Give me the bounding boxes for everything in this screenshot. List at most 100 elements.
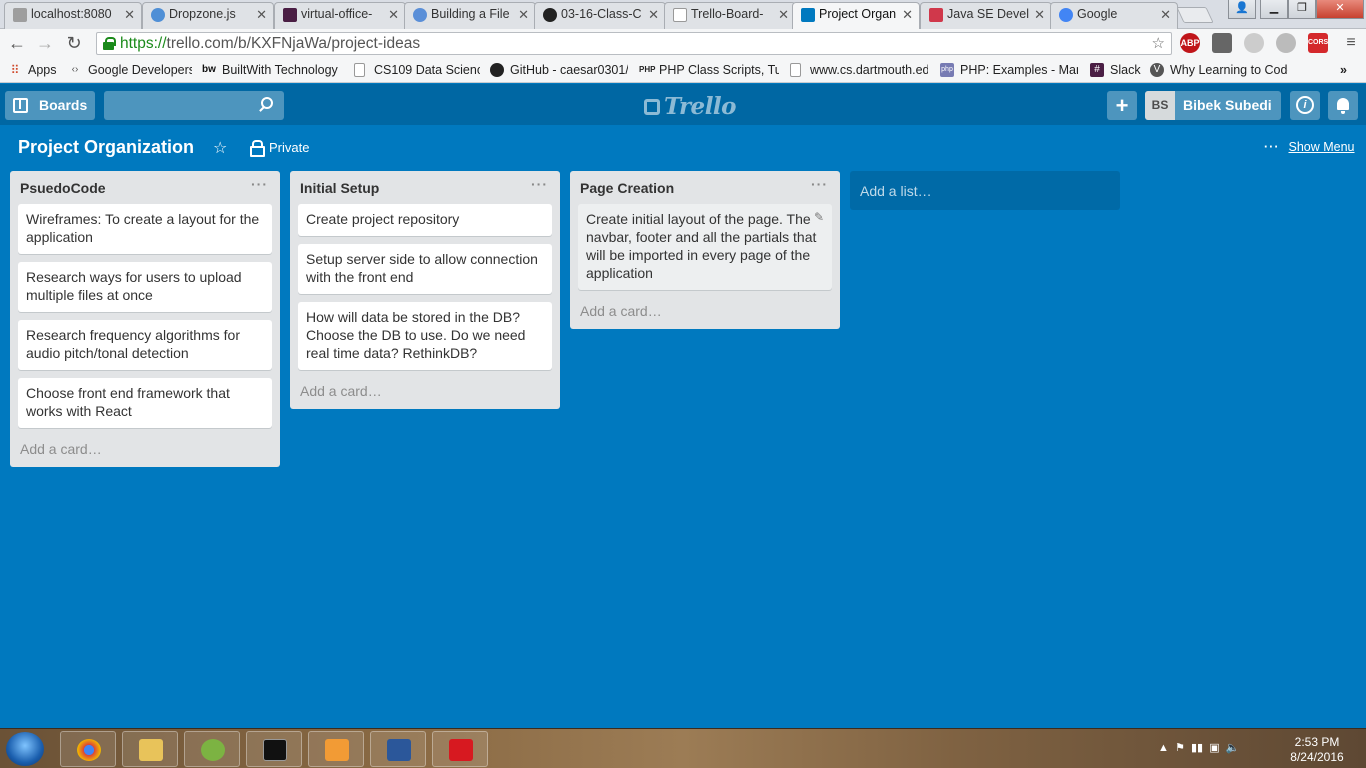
show-menu-link[interactable]: ··· Show Menu [1264,140,1355,154]
list-header[interactable]: Initial Setup ··· [290,171,560,204]
add-card-link[interactable]: Add a card… [570,298,840,329]
taskbar-app-acrobat[interactable] [432,731,488,767]
board-title[interactable]: Project Organization [18,137,194,158]
browser-tab[interactable]: Google ✕ [1050,2,1178,29]
bookmark-item[interactable]: php PHP: Examples - Manu [940,63,1078,77]
minimize-button[interactable]: ▁ [1260,0,1288,19]
taskbar-app-android-studio[interactable] [184,731,240,767]
reload-icon[interactable]: ↻ [63,33,85,55]
settings-gear-icon[interactable] [1276,33,1296,53]
browser-tab[interactable]: Building a File ✕ [404,2,536,29]
bookmark-item[interactable]: GitHub - caesar0301/ [490,63,628,77]
trello-icon [801,8,815,22]
card[interactable]: Choose front end framework that works wi… [18,378,272,428]
close-icon[interactable]: ✕ [902,3,913,26]
boards-button[interactable]: Boards [5,91,95,120]
card[interactable]: Create project repository [298,204,552,236]
new-tab-button[interactable] [1176,7,1214,23]
member-menu-button[interactable]: BS Bibek Subedi [1145,91,1281,120]
back-arrow-icon[interactable]: ← [6,33,28,55]
clock[interactable]: 2:53 PM 8/24/2016 [1282,735,1352,765]
bookmark-apps[interactable]: ⠿ Apps [8,63,58,77]
tab-title: Dropzone.js [169,7,236,21]
window-close-button[interactable]: ✕ [1316,0,1364,19]
browser-tab[interactable]: virtual-office- ✕ [274,2,406,29]
close-icon[interactable]: ✕ [518,3,529,26]
add-list-button[interactable]: Add a list… [850,171,1120,210]
card[interactable]: Research frequency algorithms for audio … [18,320,272,370]
forward-arrow-icon[interactable]: → [34,33,56,55]
lock-icon [103,37,116,50]
card[interactable]: Wireframes: To create a layout for the a… [18,204,272,254]
close-icon[interactable]: ✕ [1160,3,1171,26]
add-button[interactable]: + [1107,91,1137,120]
dropzone-icon [151,8,165,22]
ellipsis-icon: ··· [1264,140,1280,154]
browser-tab[interactable]: Java SE Devel ✕ [920,2,1052,29]
trello-logo[interactable]: Trello [644,93,737,120]
bookmark-item[interactable]: ‹› Google Developers [68,63,192,77]
search-icon[interactable] [261,97,273,109]
card[interactable]: Research ways for users to upload multip… [18,262,272,312]
bookmark-star-icon[interactable]: ☆ [1152,33,1165,54]
user-profile-button[interactable]: 👤 [1228,0,1256,19]
pencil-icon[interactable]: ✎ [814,208,824,226]
extension-icon[interactable] [1244,33,1264,53]
close-icon[interactable]: ✕ [124,3,135,26]
add-card-link[interactable]: Add a card… [10,436,280,467]
taskbar-app-word[interactable] [370,731,426,767]
page-icon [13,8,27,22]
address-bar[interactable]: https://trello.com/b/KXFNjaWa/project-id… [96,32,1172,55]
browser-tab[interactable]: localhost:8080 ✕ [4,2,142,29]
browser-tab[interactable]: Dropzone.js ✕ [142,2,274,29]
info-button[interactable]: i [1290,91,1320,120]
system-tray[interactable]: ▲ ⚑ ▮▮ ▣ 🔈 [1158,741,1239,754]
card[interactable]: Setup server side to allow connection wi… [298,244,552,294]
search-input[interactable] [104,91,284,120]
cors-icon[interactable]: CORS [1308,33,1328,53]
bookmark-item[interactable]: # Slack [1090,63,1142,77]
close-icon[interactable]: ✕ [778,3,789,26]
close-icon[interactable]: ✕ [1034,3,1045,26]
terminal-icon [263,739,287,761]
bookmark-item[interactable]: bw BuiltWith Technology [202,63,338,77]
taskbar-app-sublime[interactable] [308,731,364,767]
list-header[interactable]: Page Creation ··· [570,171,840,204]
list-header[interactable]: PsuedoCode ··· [10,171,280,204]
bookmark-item[interactable]: V Why Learning to Code [1150,63,1288,77]
browser-tab[interactable]: 03-16-Class-C ✕ [534,2,666,29]
browser-tab-active[interactable]: Project Organ ✕ [792,2,920,29]
list-menu-icon[interactable]: ··· [811,176,828,192]
bookmark-item[interactable]: www.cs.dartmouth.ed [790,63,928,77]
browser-tab[interactable]: Trello-Board- ✕ [664,2,796,29]
card-container: Wireframes: To create a layout for the a… [10,204,280,428]
list-menu-icon[interactable]: ··· [531,176,548,192]
close-icon[interactable]: ✕ [256,3,267,26]
close-icon[interactable]: ✕ [388,3,399,26]
notifications-button[interactable] [1328,91,1358,120]
bookmark-item[interactable]: CS109 Data Science [354,63,480,77]
taskbar-app-chrome[interactable] [60,731,116,767]
tab-title: Building a File [431,7,510,21]
tab-title: Trello-Board- [691,7,764,21]
extension-icon[interactable] [1212,33,1232,53]
chrome-menu-icon[interactable]: ≡ [1340,33,1362,55]
taskbar-app-terminal[interactable] [246,731,302,767]
star-icon[interactable]: ☆ [213,138,227,158]
card-container: Create initial layout of the page. The n… [570,204,840,290]
page-icon [354,63,365,77]
card[interactable]: How will data be stored in the DB? Choos… [298,302,552,370]
start-button[interactable] [6,732,44,766]
tab-title: Google [1077,7,1118,21]
taskbar-app-explorer[interactable] [122,731,178,767]
visibility-button[interactable]: Private [250,140,309,157]
add-card-link[interactable]: Add a card… [290,378,560,409]
close-icon[interactable]: ✕ [648,3,659,26]
bookmark-item[interactable]: PHP PHP Class Scripts, Tut [639,63,779,77]
card[interactable]: Create initial layout of the page. The n… [578,204,832,290]
more-bookmarks-icon[interactable]: » [1340,63,1360,77]
list-menu-icon[interactable]: ··· [251,176,268,192]
tab-title: 03-16-Class-C [561,7,642,21]
adblock-icon[interactable]: ABP [1180,33,1200,53]
restore-button[interactable]: ❐ [1288,0,1316,19]
